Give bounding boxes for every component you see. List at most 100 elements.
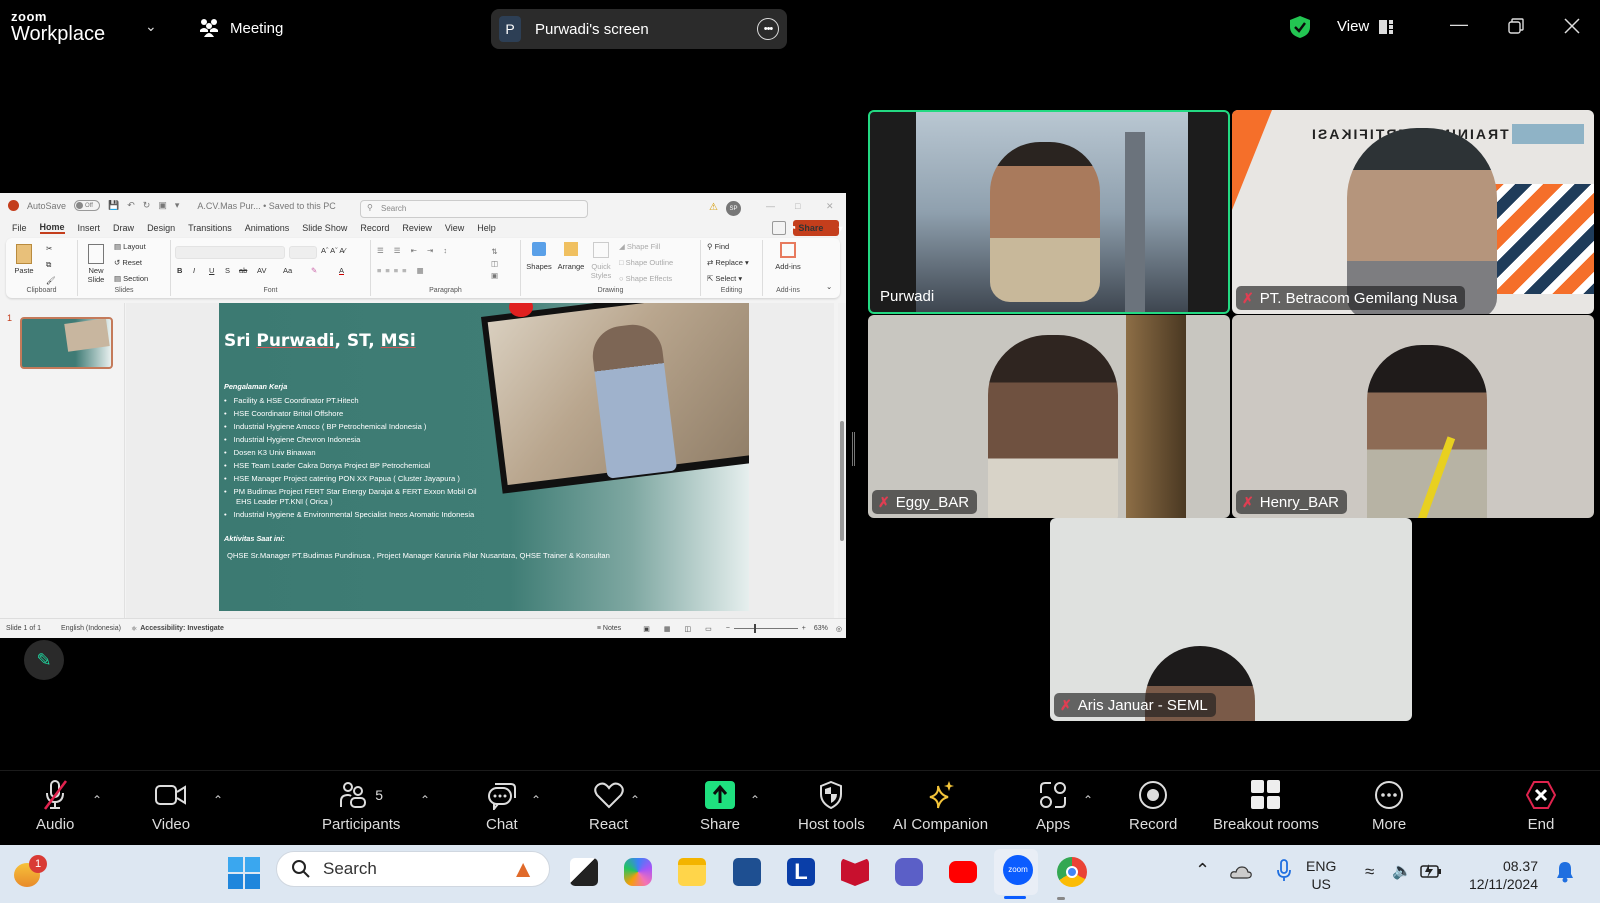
undo-icon[interactable]: ↶: [127, 200, 135, 211]
section-button[interactable]: ▤ Section: [114, 274, 148, 283]
clock[interactable]: 08.37 12/11/2024: [1462, 857, 1538, 893]
notes-button[interactable]: ≡ Notes: [597, 625, 621, 632]
view-button[interactable]: View: [1337, 18, 1394, 35]
zoom-app-icon[interactable]: zoom: [1003, 855, 1033, 885]
quick-styles-button[interactable]: Quick Styles: [587, 242, 615, 280]
shapes-button[interactable]: Shapes: [525, 242, 553, 271]
find-button[interactable]: ⚲ Find: [707, 242, 729, 251]
strikethrough-button[interactable]: ab: [239, 266, 247, 275]
ppt-share-button[interactable]: ↗ Share ▾: [789, 220, 843, 236]
zoom-level[interactable]: 63%: [814, 625, 828, 632]
tab-transitions[interactable]: Transitions: [188, 223, 232, 233]
video-tile-betracom[interactable]: TRAINING SERTIFIKASI ✗ PT. Betracom Gemil…: [1232, 110, 1594, 314]
chrome-icon[interactable]: [1057, 857, 1087, 887]
ppt-search-box[interactable]: ⚲ Search: [360, 200, 588, 218]
slideshow-icon[interactable]: ▭: [705, 625, 712, 633]
video-options-caret[interactable]: ⌃: [213, 793, 223, 807]
apps-options-caret[interactable]: ⌃: [1083, 793, 1093, 807]
audio-options-caret[interactable]: ⌃: [92, 793, 102, 807]
replace-button[interactable]: ⇄ Replace ▾: [707, 258, 749, 267]
ai-companion-button[interactable]: AI Companion: [893, 779, 988, 833]
microsoft-store-icon[interactable]: [733, 858, 761, 886]
video-tile-aris[interactable]: ✗ Aris Januar - SEML: [1050, 518, 1412, 721]
select-button[interactable]: ⇱ Select ▾: [707, 274, 742, 283]
show-hidden-icons-chevron[interactable]: ⌃: [1195, 860, 1210, 881]
paste-button[interactable]: Paste: [12, 244, 36, 275]
reading-view-icon[interactable]: ◫: [684, 625, 691, 633]
volume-icon[interactable]: 🔈: [1392, 861, 1412, 881]
chevron-down-icon[interactable]: ⌄: [145, 18, 157, 35]
more-button[interactable]: More: [1372, 779, 1406, 833]
layout-button[interactable]: ▤ Layout: [114, 242, 146, 251]
tab-animations[interactable]: Animations: [245, 223, 290, 233]
tab-design[interactable]: Design: [147, 223, 175, 233]
slide-scrollbar[interactable]: [838, 303, 846, 618]
list-buttons[interactable]: ☰ ☰ ⇤ ⇥ ↕: [377, 246, 451, 255]
participants-button[interactable]: 5 Participants: [322, 779, 400, 833]
new-slide-button[interactable]: New Slide: [84, 244, 108, 284]
present-icon[interactable]: ▣: [158, 200, 167, 211]
participants-options-caret[interactable]: ⌃: [420, 793, 430, 807]
shared-powerpoint-window[interactable]: AutoSave Off 💾 ↶ ↻ ▣ ▾ A.CV.Mas Pur... •…: [0, 193, 846, 638]
char-spacing-button[interactable]: AV: [257, 266, 266, 275]
font-family-select[interactable]: [175, 246, 285, 259]
tab-home[interactable]: Home: [39, 222, 65, 234]
video-button[interactable]: Video: [152, 779, 190, 833]
text-direction-icons[interactable]: ⇅ ◫ ▣: [491, 246, 498, 282]
normal-view-icon[interactable]: ▣: [643, 625, 650, 633]
react-options-caret[interactable]: ⌃: [630, 793, 640, 807]
input-language-indicator[interactable]: ENG US: [1306, 857, 1336, 893]
onedrive-cloud-icon[interactable]: [1230, 865, 1252, 879]
italic-button[interactable]: I: [193, 266, 195, 275]
bold-button[interactable]: B: [177, 266, 182, 275]
shape-effects-button[interactable]: ○ Shape Effects: [619, 274, 672, 283]
minimize-button[interactable]: —: [1450, 14, 1468, 35]
slide-thumbnail[interactable]: [20, 317, 113, 369]
current-slide[interactable]: Sri Purwadi, ST, MSi Pengalaman Kerja Fa…: [219, 303, 749, 611]
breakout-rooms-button[interactable]: Breakout rooms: [1213, 779, 1319, 833]
tab-view[interactable]: View: [445, 223, 464, 233]
tab-insert[interactable]: Insert: [78, 223, 101, 233]
encryption-shield-icon[interactable]: [1289, 15, 1311, 39]
underline-button[interactable]: U: [209, 266, 214, 275]
battery-charging-icon[interactable]: [1420, 863, 1442, 879]
redo-icon[interactable]: ↻: [143, 200, 151, 211]
end-meeting-button[interactable]: End: [1526, 779, 1556, 833]
taskbar-search[interactable]: Search ▲: [276, 851, 550, 887]
highlight-icon[interactable]: ✎: [311, 266, 317, 275]
tab-review[interactable]: Review: [402, 223, 432, 233]
tab-help[interactable]: Help: [477, 223, 496, 233]
microphone-in-use-icon[interactable]: [1276, 859, 1292, 883]
shadow-button[interactable]: S: [225, 266, 230, 275]
collapse-ribbon-icon[interactable]: ⌄: [826, 282, 832, 291]
file-explorer-icon[interactable]: [678, 858, 706, 886]
format-painter-icon[interactable]: 🖌: [46, 276, 56, 285]
tab-file[interactable]: File: [12, 223, 27, 233]
font-size-select[interactable]: [289, 246, 317, 259]
ppt-close-button[interactable]: ✕: [826, 201, 834, 212]
change-case-button[interactable]: Aa: [283, 266, 292, 275]
tab-record[interactable]: Record: [360, 223, 389, 233]
shape-outline-button[interactable]: □ Shape Outline: [619, 258, 673, 267]
share-options-caret[interactable]: ⌃: [750, 793, 760, 807]
ppt-maximize-button[interactable]: □: [795, 201, 800, 211]
more-options-icon[interactable]: •••: [757, 18, 779, 40]
tab-slide-show[interactable]: Slide Show: [302, 223, 347, 233]
video-tile-purwadi[interactable]: Purwadi: [868, 110, 1230, 314]
video-tile-henry[interactable]: ✗ Henry_BAR: [1232, 315, 1594, 518]
annotate-pen-button[interactable]: ✎: [24, 640, 64, 680]
add-ins-button[interactable]: Add-ins: [771, 242, 805, 271]
tab-draw[interactable]: Draw: [113, 223, 134, 233]
video-tile-eggy[interactable]: ✗ Eggy_BAR: [868, 315, 1230, 518]
fit-slide-icon[interactable]: ◎: [836, 625, 842, 633]
slide-sorter-icon[interactable]: ▦: [664, 625, 671, 633]
react-button[interactable]: React: [589, 779, 628, 833]
language-status[interactable]: English (Indonesia): [61, 625, 121, 632]
apps-button[interactable]: Apps: [1036, 779, 1070, 833]
ppt-minimize-button[interactable]: —: [766, 201, 775, 211]
host-tools-button[interactable]: Host tools: [798, 779, 865, 833]
record-button[interactable]: Record: [1129, 779, 1177, 833]
save-icon[interactable]: 💾: [108, 200, 119, 211]
share-screen-button[interactable]: Share: [700, 779, 740, 833]
font-color-icon[interactable]: A: [339, 266, 344, 275]
